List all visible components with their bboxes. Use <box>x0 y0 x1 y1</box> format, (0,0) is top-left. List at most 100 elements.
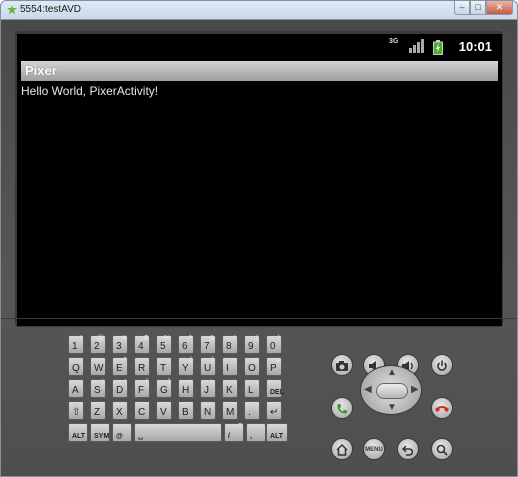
key-5[interactable]: 5% <box>156 335 172 354</box>
key-alt-label: * <box>233 335 236 342</box>
call-button[interactable] <box>331 397 353 419</box>
key-4[interactable]: 4 $ <box>134 335 150 354</box>
key-m[interactable]: M <box>222 401 238 420</box>
alt-right-key[interactable]: ALT <box>266 423 288 442</box>
key-alt-label: ) <box>277 335 280 342</box>
key-label: E <box>116 363 123 374</box>
dpad-up-icon[interactable]: ▲ <box>387 367 397 378</box>
minimize-button[interactable]: – <box>454 1 470 15</box>
key-label: M <box>226 407 235 418</box>
key-label: Y <box>182 363 189 374</box>
key-r[interactable]: R <box>134 357 150 376</box>
key-label: / <box>228 433 230 440</box>
key-l[interactable]: L: <box>244 379 260 398</box>
back-button[interactable] <box>397 438 419 460</box>
key-label: 7 <box>204 341 210 352</box>
key-label: J <box>204 385 209 396</box>
power-button[interactable] <box>431 354 453 376</box>
key-label: , <box>250 433 252 440</box>
key-alt-label: & <box>209 335 214 342</box>
key-label: V <box>160 407 167 418</box>
key-u[interactable]: U} <box>200 357 216 376</box>
key-p[interactable]: P = <box>266 357 282 376</box>
key-k[interactable]: K; <box>222 379 238 398</box>
space-key[interactable]: ␣ <box>134 423 222 442</box>
key-9[interactable]: 9( <box>244 335 260 354</box>
search-button[interactable] <box>431 438 453 460</box>
key-2[interactable]: 2 @ <box>90 335 106 354</box>
key-c[interactable]: C <box>134 401 150 420</box>
alt-left-key[interactable]: ALT <box>68 423 88 442</box>
maximize-button[interactable]: □ <box>470 1 486 15</box>
key-z[interactable]: Z <box>90 401 106 420</box>
key-d[interactable]: D ' <box>112 379 128 398</box>
key-label: H <box>182 385 190 396</box>
key-7[interactable]: 7 & <box>200 335 216 354</box>
slash-key[interactable]: /? <box>224 423 244 442</box>
delete-key[interactable]: DEL <box>266 379 284 398</box>
key-q[interactable]: Q <box>68 357 84 376</box>
sym-key[interactable]: SYM <box>90 423 110 442</box>
window-titlebar[interactable]: 5554:testAVD – □ ✕ <box>1 1 517 19</box>
key-label: R <box>138 363 146 374</box>
key-label: W <box>94 363 104 374</box>
key-alt-label: ^ <box>188 335 192 342</box>
power-icon <box>437 360 447 371</box>
dpad[interactable]: ▲ ▼ ◀ ▶ <box>360 365 422 415</box>
key-alt-label: @ <box>96 335 104 342</box>
key-alt-label: < <box>187 379 192 386</box>
key-label: SYM <box>94 433 110 440</box>
key-6[interactable]: 6 ^ <box>178 335 194 354</box>
key-label: 6 <box>182 341 188 352</box>
close-button[interactable]: ✕ <box>486 1 513 15</box>
key-g[interactable]: G] <box>156 379 172 398</box>
end-call-icon <box>435 406 449 412</box>
key-j[interactable]: J > <box>200 379 216 398</box>
period-key[interactable]: . <box>244 401 260 420</box>
key-i[interactable]: I- <box>222 357 238 376</box>
key-0[interactable]: 0) <box>266 335 282 354</box>
key-h[interactable]: H < <box>178 379 194 398</box>
key-x[interactable]: X <box>112 401 128 420</box>
key-label: 5 <box>160 341 166 352</box>
key-w[interactable]: W ~ <box>90 357 106 376</box>
key-label: U <box>204 363 212 374</box>
key-a[interactable]: A <box>68 379 84 398</box>
key-label: Q <box>72 363 80 374</box>
home-button[interactable] <box>331 438 353 460</box>
key-b[interactable]: B <box>178 401 194 420</box>
dpad-down-icon[interactable]: ▼ <box>387 402 397 413</box>
device-screen[interactable]: 3G 10:01 Pixer Hello World, PixerActivit… <box>17 34 502 326</box>
key-y[interactable]: Y{ <box>178 357 194 376</box>
menu-button[interactable]: MENU <box>363 438 385 460</box>
key-f[interactable]: F[ <box>134 379 150 398</box>
dpad-center-button[interactable] <box>376 383 408 399</box>
key-n[interactable]: N <box>200 401 216 420</box>
home-icon <box>336 443 348 456</box>
window-title: 5554:testAVD <box>20 4 81 15</box>
key-e[interactable]: E " <box>112 357 128 376</box>
key-1[interactable]: 1! <box>68 335 84 354</box>
data-3g-icon: 3G <box>389 38 399 45</box>
dpad-right-icon[interactable]: ▶ <box>411 384 419 395</box>
key-alt-label: # <box>122 335 126 342</box>
key-t[interactable]: T <box>156 357 172 376</box>
end-call-button[interactable] <box>431 397 453 419</box>
key-label: S <box>94 385 101 396</box>
key-alt-label: ' <box>124 379 126 386</box>
key-o[interactable]: O + <box>244 357 260 376</box>
shift-key[interactable]: ⇧ <box>68 401 84 420</box>
camera-button[interactable] <box>331 354 353 376</box>
key-label: G <box>160 385 168 396</box>
at-key[interactable]: @ <box>112 423 132 442</box>
key-v[interactable]: V <box>156 401 172 420</box>
key-3[interactable]: 3 # <box>112 335 128 354</box>
dpad-left-icon[interactable]: ◀ <box>364 384 372 395</box>
key-s[interactable]: S \ <box>90 379 106 398</box>
enter-key[interactable]: ↵ <box>266 401 282 420</box>
key-alt-label: } <box>211 357 214 364</box>
key-alt-label: ; <box>234 379 236 386</box>
comma-key[interactable]: , <box>246 423 266 442</box>
key-8[interactable]: 8 * <box>222 335 238 354</box>
key-label: 9 <box>248 341 254 352</box>
